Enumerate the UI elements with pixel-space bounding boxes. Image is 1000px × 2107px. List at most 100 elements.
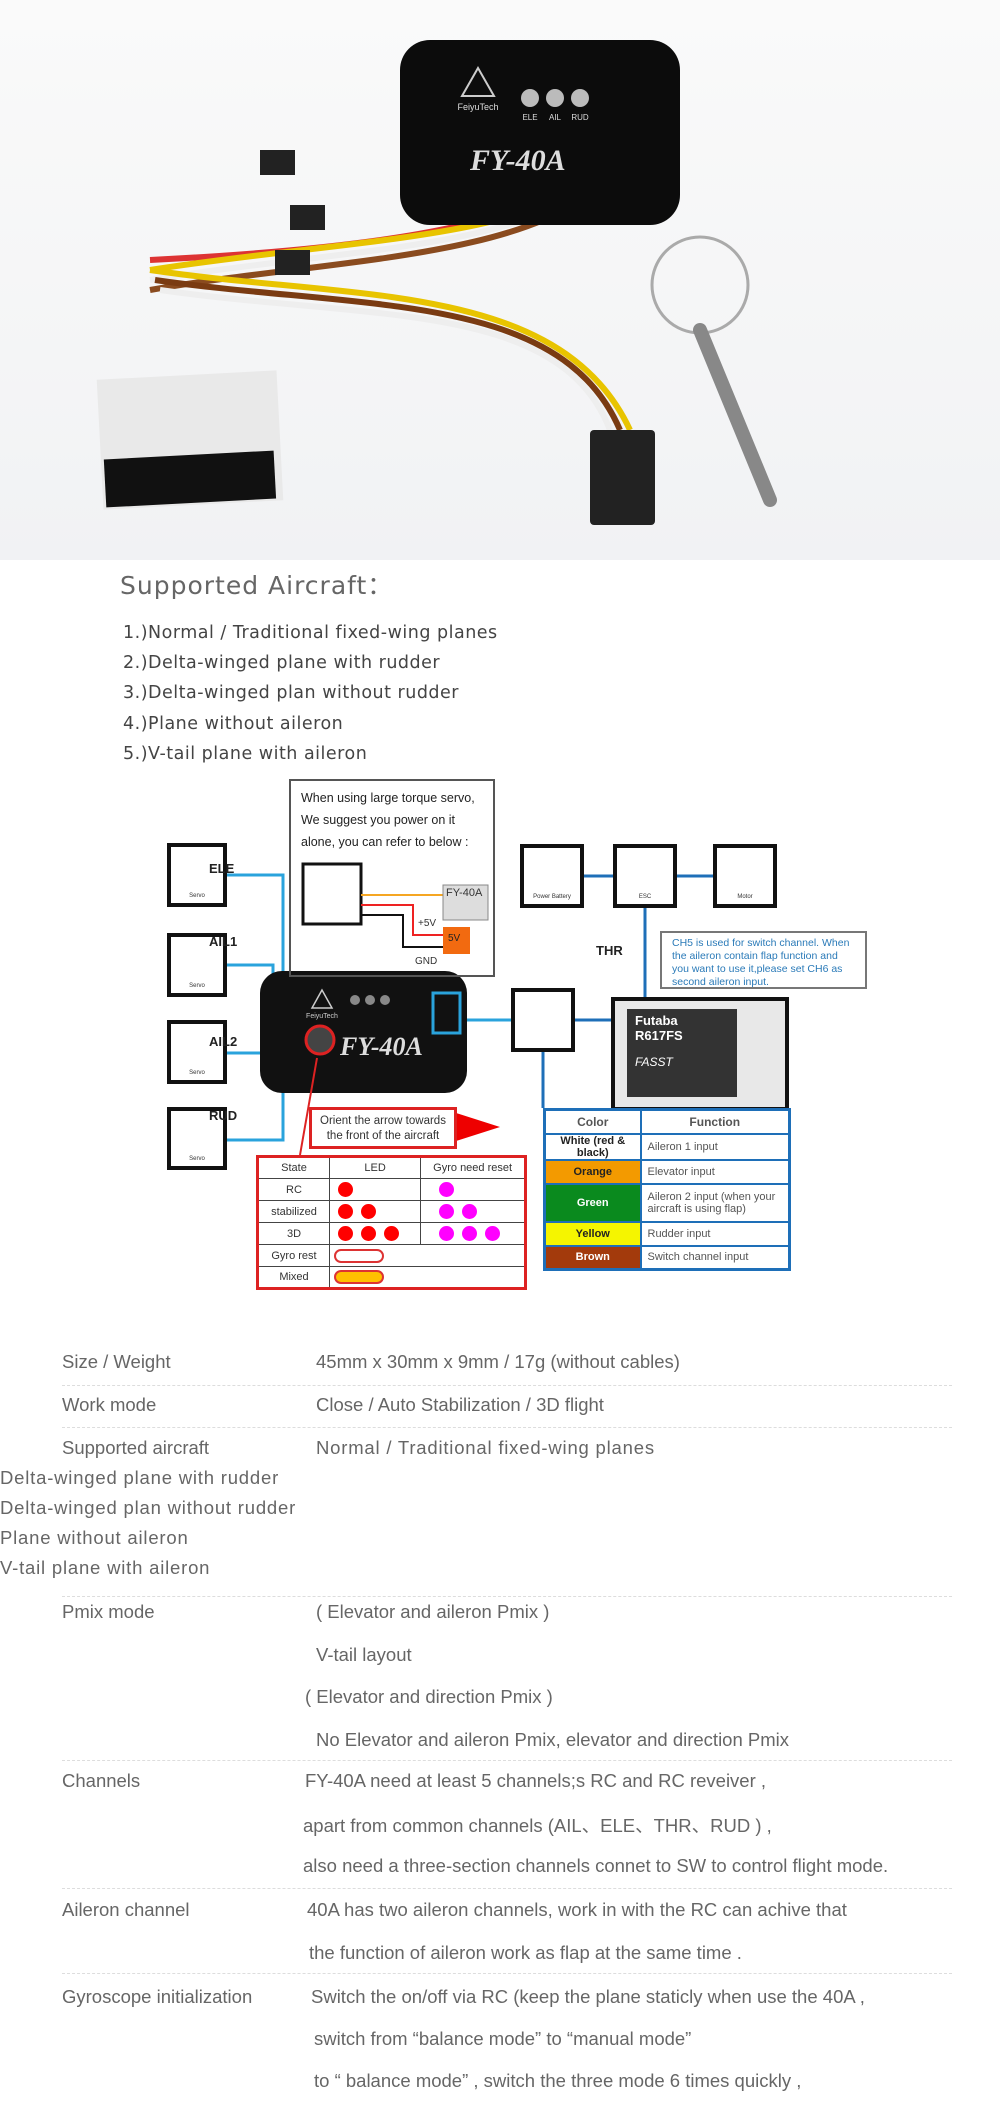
- led-bar: [334, 1248, 384, 1263]
- led-dot: [462, 1204, 478, 1219]
- color-cell: Yellow: [543, 1220, 642, 1247]
- spec-value: Switch the on/off via RC (keep the plane…: [311, 1986, 865, 2007]
- spec-value: apart from common channels (AIL、ELE、THR、…: [303, 1815, 772, 1836]
- table-row: Gyro rest: [257, 1244, 526, 1267]
- connector: [275, 250, 310, 275]
- spec-value: 40A has two aileron channels, work in wi…: [307, 1899, 847, 1920]
- fy40a-board: [260, 971, 467, 1093]
- board-model-text: FY-40A: [339, 1032, 423, 1061]
- spec-value: Close / Auto Stabilization / 3D flight: [316, 1394, 604, 1415]
- fc-label: FY-40A: [446, 887, 483, 899]
- led-dot: [439, 1226, 455, 1241]
- color-function-table: Color Function White (red & black) Aileron…: [543, 1108, 791, 1271]
- fy40a-device: [400, 40, 680, 225]
- spec-value: to “ balance mode” , switch the three mo…: [314, 2070, 802, 2091]
- keyring: [650, 235, 750, 335]
- led-dot: [361, 1226, 376, 1241]
- function-cell: Aileron 2 input (when your aircraft is u…: [639, 1182, 791, 1223]
- front-arrow-icon: [453, 1112, 500, 1142]
- servo-rud: Servo: [167, 1107, 227, 1170]
- spec-value: Plane without aileron: [0, 1527, 189, 1548]
- header-led: LED: [328, 1156, 422, 1179]
- spec-label: Size / Weight: [62, 1351, 171, 1372]
- supported-aircraft-title: Supported Aircraft：: [120, 571, 394, 600]
- spec-label: Aileron channel: [62, 1899, 190, 1920]
- servo-ele: Servo: [167, 843, 227, 907]
- spec-value: ( Elevator and direction Pmix ): [305, 1686, 553, 1707]
- table-row: Yellow Rudder input: [543, 1220, 791, 1247]
- spec-label: Channels: [62, 1770, 141, 1791]
- list-item: 3.)Delta-winged plan without rudder: [123, 683, 460, 704]
- power-note-line: We suggest you power on it: [301, 813, 456, 827]
- spec-value: V-tail plane with aileron: [0, 1557, 211, 1578]
- receiver-model: R617FS: [635, 1028, 683, 1043]
- power-note-line: alone, you can refer to below :: [301, 835, 469, 849]
- power-wiring: [301, 862, 489, 954]
- ch5-note: CH5 is used for switch channel. When the…: [660, 931, 867, 989]
- board-brand-text: FeiyuTech: [306, 1013, 338, 1020]
- table-row: White (red & black) Aileron 1 input: [543, 1132, 791, 1161]
- receiver: Futaba R617FS FASST: [627, 1009, 737, 1097]
- function-cell: Rudder input: [639, 1220, 791, 1247]
- spec-value: Delta-winged plane with rudder: [0, 1467, 280, 1488]
- cable-box: [511, 988, 575, 1052]
- list-item: 4.)Plane without aileron: [123, 713, 344, 734]
- spec-value: Delta-winged plan without rudder: [0, 1497, 297, 1518]
- row-divider: [62, 1973, 952, 1974]
- header-color: Color: [543, 1108, 642, 1135]
- led-label: ELE: [522, 113, 537, 122]
- product-illustration: FeiyuTech ELE AIL RUD FY-40A: [96, 40, 777, 525]
- color-cell: Green: [543, 1182, 642, 1223]
- orient-note: Orient the arrow towards the front of th…: [309, 1107, 457, 1149]
- connector: [290, 205, 325, 230]
- table-row: Brown Switch channel input: [543, 1244, 791, 1271]
- spec-value: V-tail layout: [316, 1644, 412, 1665]
- led-cell: [329, 1244, 526, 1267]
- led-label: AIL: [549, 113, 562, 122]
- servo-caption: Servo: [189, 983, 205, 989]
- led-dot: [384, 1226, 399, 1241]
- board-logo-icon: [310, 988, 334, 1009]
- led-cell: [328, 1222, 422, 1245]
- spec-value: the function of aileron work as flap at …: [309, 1942, 742, 1963]
- led-rud: [571, 89, 589, 107]
- reset-cell: [420, 1222, 526, 1245]
- led-ail: [546, 89, 564, 107]
- led-dot: [462, 1226, 478, 1241]
- gnd-label: GND: [415, 956, 438, 967]
- receiver-plug: [590, 430, 655, 525]
- product-photo: FeiyuTech ELE AIL RUD FY-40A: [0, 0, 1000, 560]
- row-divider: [62, 1427, 952, 1428]
- color-cell: Brown: [543, 1244, 642, 1271]
- color-cell: White (red & black): [543, 1132, 642, 1161]
- led-ele: [521, 89, 539, 107]
- table-row: 3D: [257, 1222, 526, 1245]
- led-cell: [329, 1266, 526, 1289]
- led-dot: [338, 1204, 353, 1219]
- servo-caption: Servo: [189, 893, 205, 899]
- led-dot: [485, 1226, 501, 1241]
- spec-value: FY-40A need at least 5 channels;s RC and…: [305, 1770, 767, 1791]
- table-header-row: Color Function: [543, 1108, 791, 1135]
- channel-label-ail1: AIL1: [209, 934, 238, 949]
- spec-value: Normal / Traditional fixed-wing planes: [316, 1437, 655, 1458]
- led-state-table: State LED Gyro need reset RC stabilized 3D Gy…: [256, 1155, 527, 1290]
- state-cell: stabilized: [257, 1200, 330, 1223]
- servo-ail2: Servo: [167, 1020, 227, 1084]
- spec-label: Supported aircraft: [62, 1437, 210, 1458]
- channel-label-rud: RUD: [209, 1108, 238, 1123]
- row-divider: [62, 1385, 952, 1386]
- foam-pad: [103, 450, 277, 508]
- spec-label: Pmix mode: [62, 1601, 155, 1622]
- channel-label-ail2: AIL2: [209, 1034, 238, 1049]
- led-dot: [338, 1182, 353, 1197]
- channel-label-ele: ELE: [209, 861, 235, 876]
- spec-value: also need a three-section channels conne…: [303, 1855, 889, 1876]
- row-divider: [62, 1596, 952, 1597]
- spec-label: Work mode: [62, 1394, 157, 1415]
- esc-box: ESC: [613, 844, 677, 908]
- led-bar: [334, 1270, 384, 1284]
- device-brand-text: FeiyuTech: [457, 102, 498, 112]
- receiver-brand: Futaba: [635, 1013, 678, 1028]
- table-row: RC: [257, 1178, 526, 1201]
